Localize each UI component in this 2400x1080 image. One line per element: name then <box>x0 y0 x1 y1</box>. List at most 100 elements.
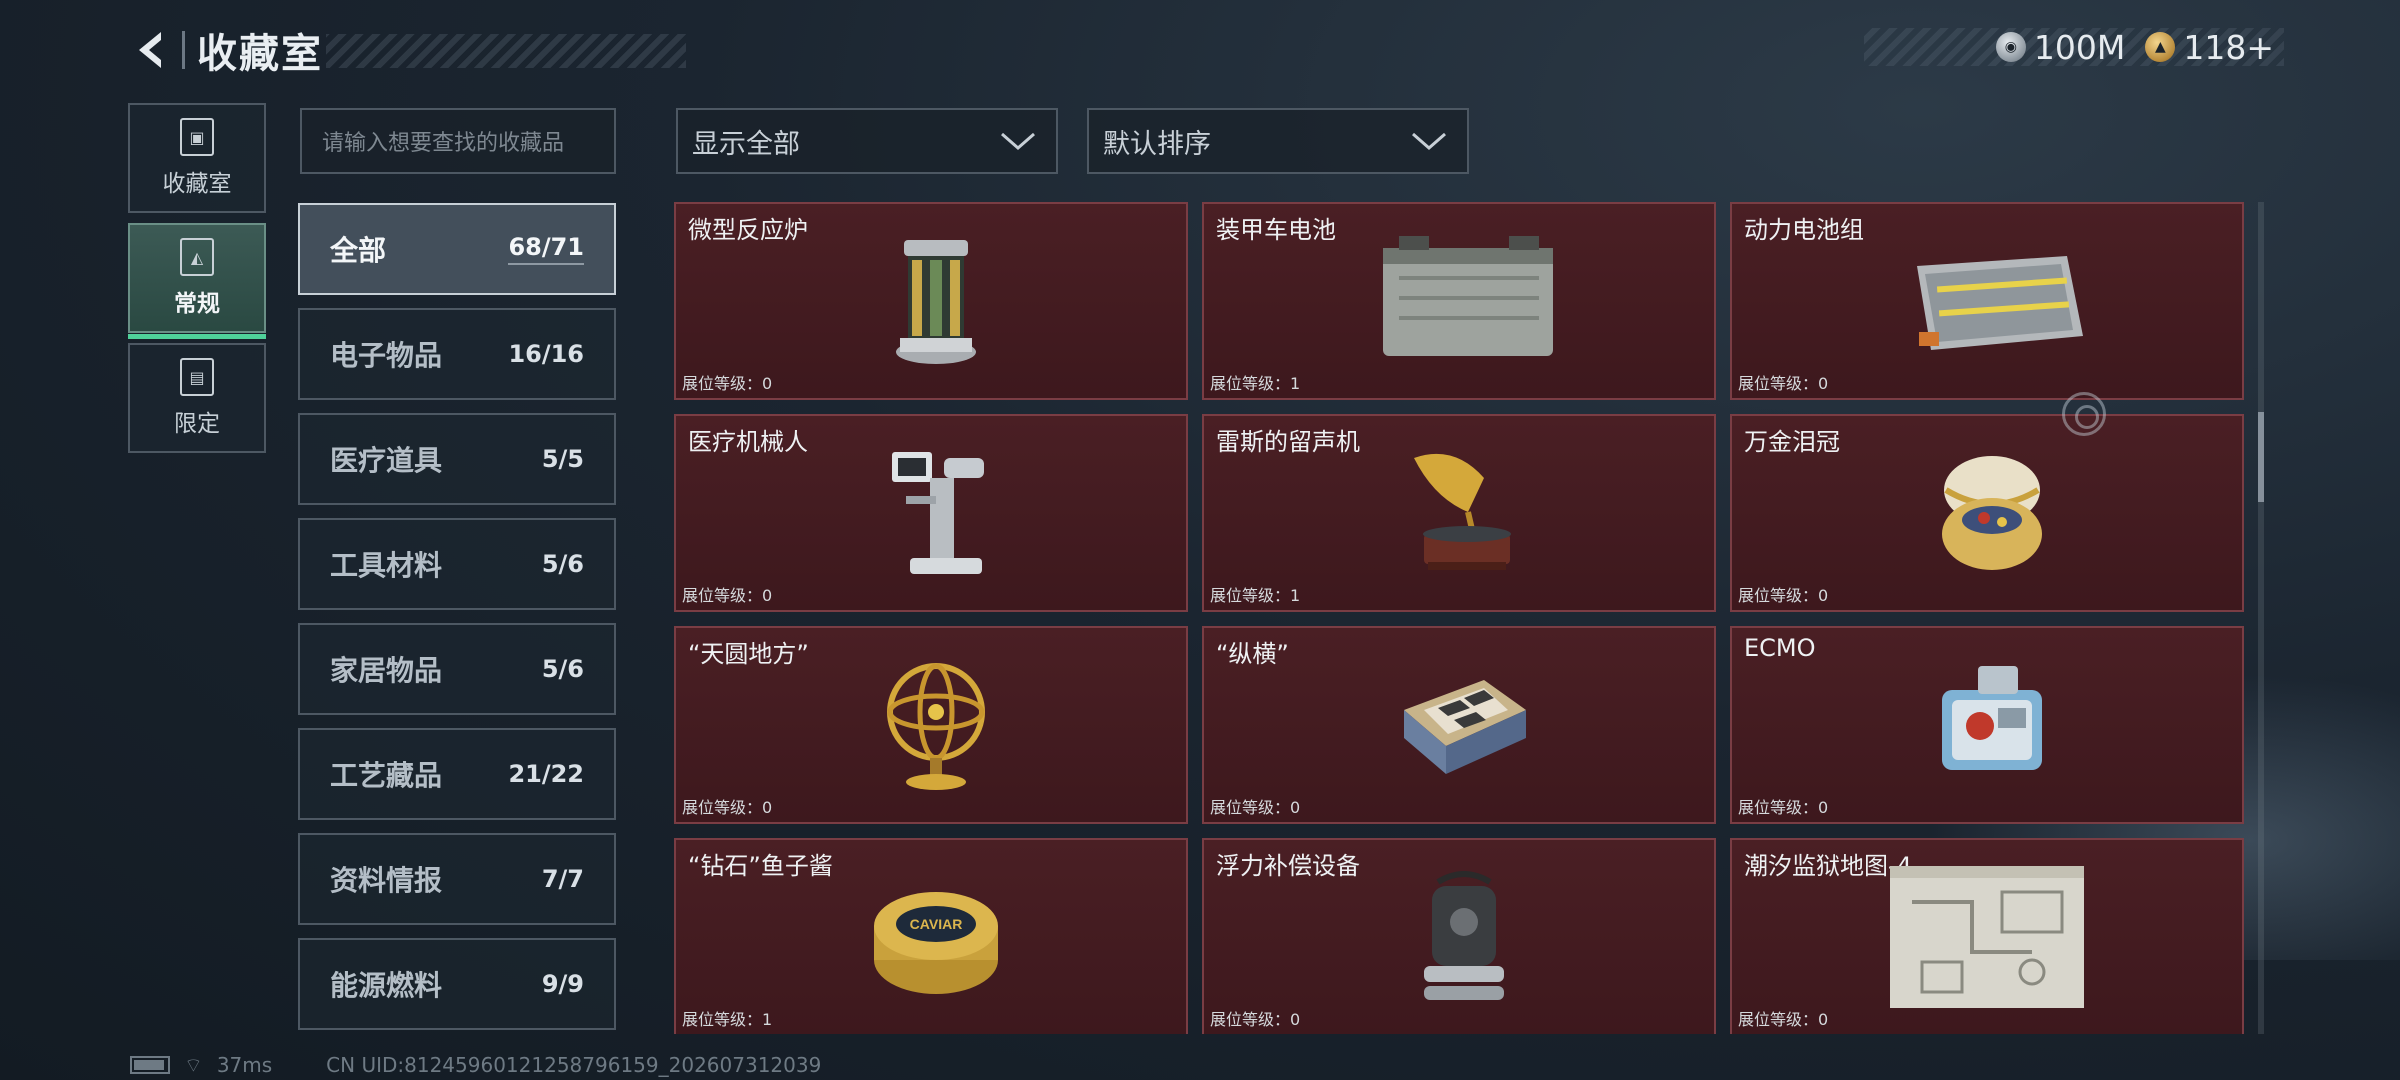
category-crafts[interactable]: 工艺藏品 21/22 <box>298 728 616 820</box>
item-level: 展位等级：0 <box>1210 1010 1301 1029</box>
item-name: “钻石”鱼子酱 <box>688 852 833 880</box>
currency-gold[interactable]: ▲ 118+ <box>2145 28 2274 67</box>
item-name: 浮力补偿设备 <box>1216 852 1360 880</box>
silver-amount: 100M <box>2033 27 2126 67</box>
currency-bar: ◉ 100M ▲ 118+ <box>1864 27 2284 67</box>
category-electronics[interactable]: 电子物品 16/16 <box>298 308 616 400</box>
battery-icon <box>130 1056 170 1074</box>
category-energy[interactable]: 能源燃料 9/9 <box>298 938 616 1030</box>
gold-amount: 118+ <box>2183 27 2274 67</box>
sort-selected: 默认排序 <box>1103 128 1211 160</box>
regular-icon: ◭ <box>180 238 214 276</box>
page-title: 收藏室 <box>197 31 323 77</box>
caviar-tin-label: CAVIAR <box>910 916 963 932</box>
collection-card[interactable]: “天圆地方” 展位等级：0 <box>674 626 1188 824</box>
item-level: 展位等级：0 <box>1210 798 1301 817</box>
currency-silver[interactable]: ◉ 100M <box>1995 27 2126 67</box>
filter-dropdown[interactable]: 显示全部 <box>676 108 1058 174</box>
chevron-down-icon <box>1412 132 1446 150</box>
ecmo-machine-icon <box>1922 650 2062 800</box>
left-tab-column: ▣ 收藏室 ◭ 常规 ▤ 限定 <box>128 103 266 463</box>
power-battery-pack-icon <box>1897 226 2097 376</box>
category-name: 家居物品 <box>330 654 443 687</box>
category-list: 全部 68/71 电子物品 16/16 医疗道具 5/5 工具材料 5/6 家居… <box>298 203 618 1043</box>
top-bar: 收藏室 <box>126 22 686 78</box>
collection-card[interactable]: 万金泪冠 展位等级：0 <box>1730 414 2244 612</box>
collection-card[interactable]: “钻石”鱼子酱 CAVIAR 展位等级：1 <box>674 838 1188 1034</box>
item-name: 动力电池组 <box>1744 216 1864 244</box>
collection-card[interactable]: 装甲车电池 展位等级：1 <box>1202 202 1716 400</box>
item-name: 微型反应炉 <box>688 216 808 244</box>
category-name: 能源燃料 <box>330 969 443 1002</box>
item-level: 展位等级：0 <box>682 586 773 605</box>
item-level: 展位等级：0 <box>682 374 773 393</box>
collection-room-icon: ▣ <box>180 118 214 156</box>
collection-card[interactable]: 潮汐监狱地图-4 展位等级：0 <box>1730 838 2244 1034</box>
buoyancy-device-icon <box>1394 862 1534 1012</box>
category-name: 电子物品 <box>330 339 443 372</box>
sort-dropdown[interactable]: 默认排序 <box>1087 108 1469 174</box>
tab-regular[interactable]: ◭ 常规 <box>128 223 266 339</box>
medical-robot-icon <box>866 438 1006 588</box>
item-level: 展位等级：0 <box>682 798 773 817</box>
scroll-thumb[interactable] <box>2258 412 2264 502</box>
category-tools[interactable]: 工具材料 5/6 <box>298 518 616 610</box>
mini-reactor-icon <box>866 226 1006 376</box>
chevron-down-icon <box>1001 132 1035 150</box>
item-name: 装甲车电池 <box>1216 216 1336 244</box>
collection-card[interactable]: 浮力补偿设备 展位等级：0 <box>1202 838 1716 1034</box>
item-name: ECMO <box>1744 634 1816 662</box>
collection-card[interactable]: 医疗机械人 展位等级：0 <box>674 414 1188 612</box>
item-name: 万金泪冠 <box>1744 428 1840 456</box>
tab-label: 限定 <box>174 411 220 437</box>
item-name: “天圆地方” <box>688 640 809 668</box>
collection-card[interactable]: 动力电池组 展位等级：0 <box>1730 202 2244 400</box>
category-medical[interactable]: 医疗道具 5/5 <box>298 413 616 505</box>
category-count: 16/16 <box>508 340 584 368</box>
item-name: “纵横” <box>1216 640 1289 668</box>
item-name: 雷斯的留声机 <box>1216 428 1360 456</box>
collection-card[interactable]: 微型反应炉 展位等级：0 <box>674 202 1188 400</box>
user-uid: CN UID:81245960121258796159_202607312039 <box>326 1053 822 1077</box>
back-arrow-icon <box>139 32 161 68</box>
collection-card[interactable]: “纵横” 展位等级：0 <box>1202 626 1716 824</box>
tab-label: 收藏室 <box>162 171 232 197</box>
status-bar: ⌔ 37ms CN UID:81245960121258796159_20260… <box>130 1052 821 1078</box>
back-button[interactable] <box>126 25 176 75</box>
category-intel[interactable]: 资料情报 7/7 <box>298 833 616 925</box>
tab-collection-room[interactable]: ▣ 收藏室 <box>128 103 266 213</box>
category-name: 工具材料 <box>330 549 443 582</box>
target-reticle-icon <box>2062 392 2106 436</box>
title-hatch-decoration <box>326 34 686 68</box>
category-count: 7/7 <box>541 865 584 893</box>
category-count: 68/71 <box>508 233 584 265</box>
category-name: 工艺藏品 <box>330 759 443 792</box>
item-level: 展位等级：0 <box>1738 1010 1829 1029</box>
search-input[interactable]: 请输入想要查找的收藏品 <box>300 108 616 174</box>
category-all[interactable]: 全部 68/71 <box>298 203 616 295</box>
item-name: 医疗机械人 <box>688 428 808 456</box>
item-level: 展位等级：1 <box>1210 374 1301 393</box>
limited-icon: ▤ <box>180 358 214 396</box>
collection-card[interactable]: 雷斯的留声机 展位等级：1 <box>1202 414 1716 612</box>
caviar-tin-icon: CAVIAR <box>866 862 1006 1012</box>
prison-map-icon <box>1882 862 2092 1012</box>
item-level: 展位等级：1 <box>1210 586 1301 605</box>
collection-card[interactable]: ECMO 展位等级：0 <box>1730 626 2244 824</box>
category-count: 5/5 <box>541 445 584 473</box>
item-level: 展位等级：0 <box>1738 374 1829 393</box>
silver-coin-icon: ◉ <box>1995 32 2026 62</box>
gramophone-icon <box>1394 438 1534 588</box>
category-household[interactable]: 家居物品 5/6 <box>298 623 616 715</box>
filter-selected: 显示全部 <box>692 128 800 160</box>
armillary-sphere-icon <box>866 650 1006 800</box>
ping-value: 37ms <box>216 1053 273 1077</box>
item-level: 展位等级：0 <box>1738 798 1829 817</box>
armored-vehicle-battery-icon <box>1369 226 1569 376</box>
chess-box-icon <box>1394 650 1534 800</box>
item-level: 展位等级：0 <box>1738 586 1829 605</box>
wifi-icon: ⌔ <box>184 1052 203 1077</box>
category-count: 5/6 <box>541 550 584 578</box>
grid-scrollbar[interactable] <box>2258 202 2264 1034</box>
tab-limited[interactable]: ▤ 限定 <box>128 343 266 453</box>
